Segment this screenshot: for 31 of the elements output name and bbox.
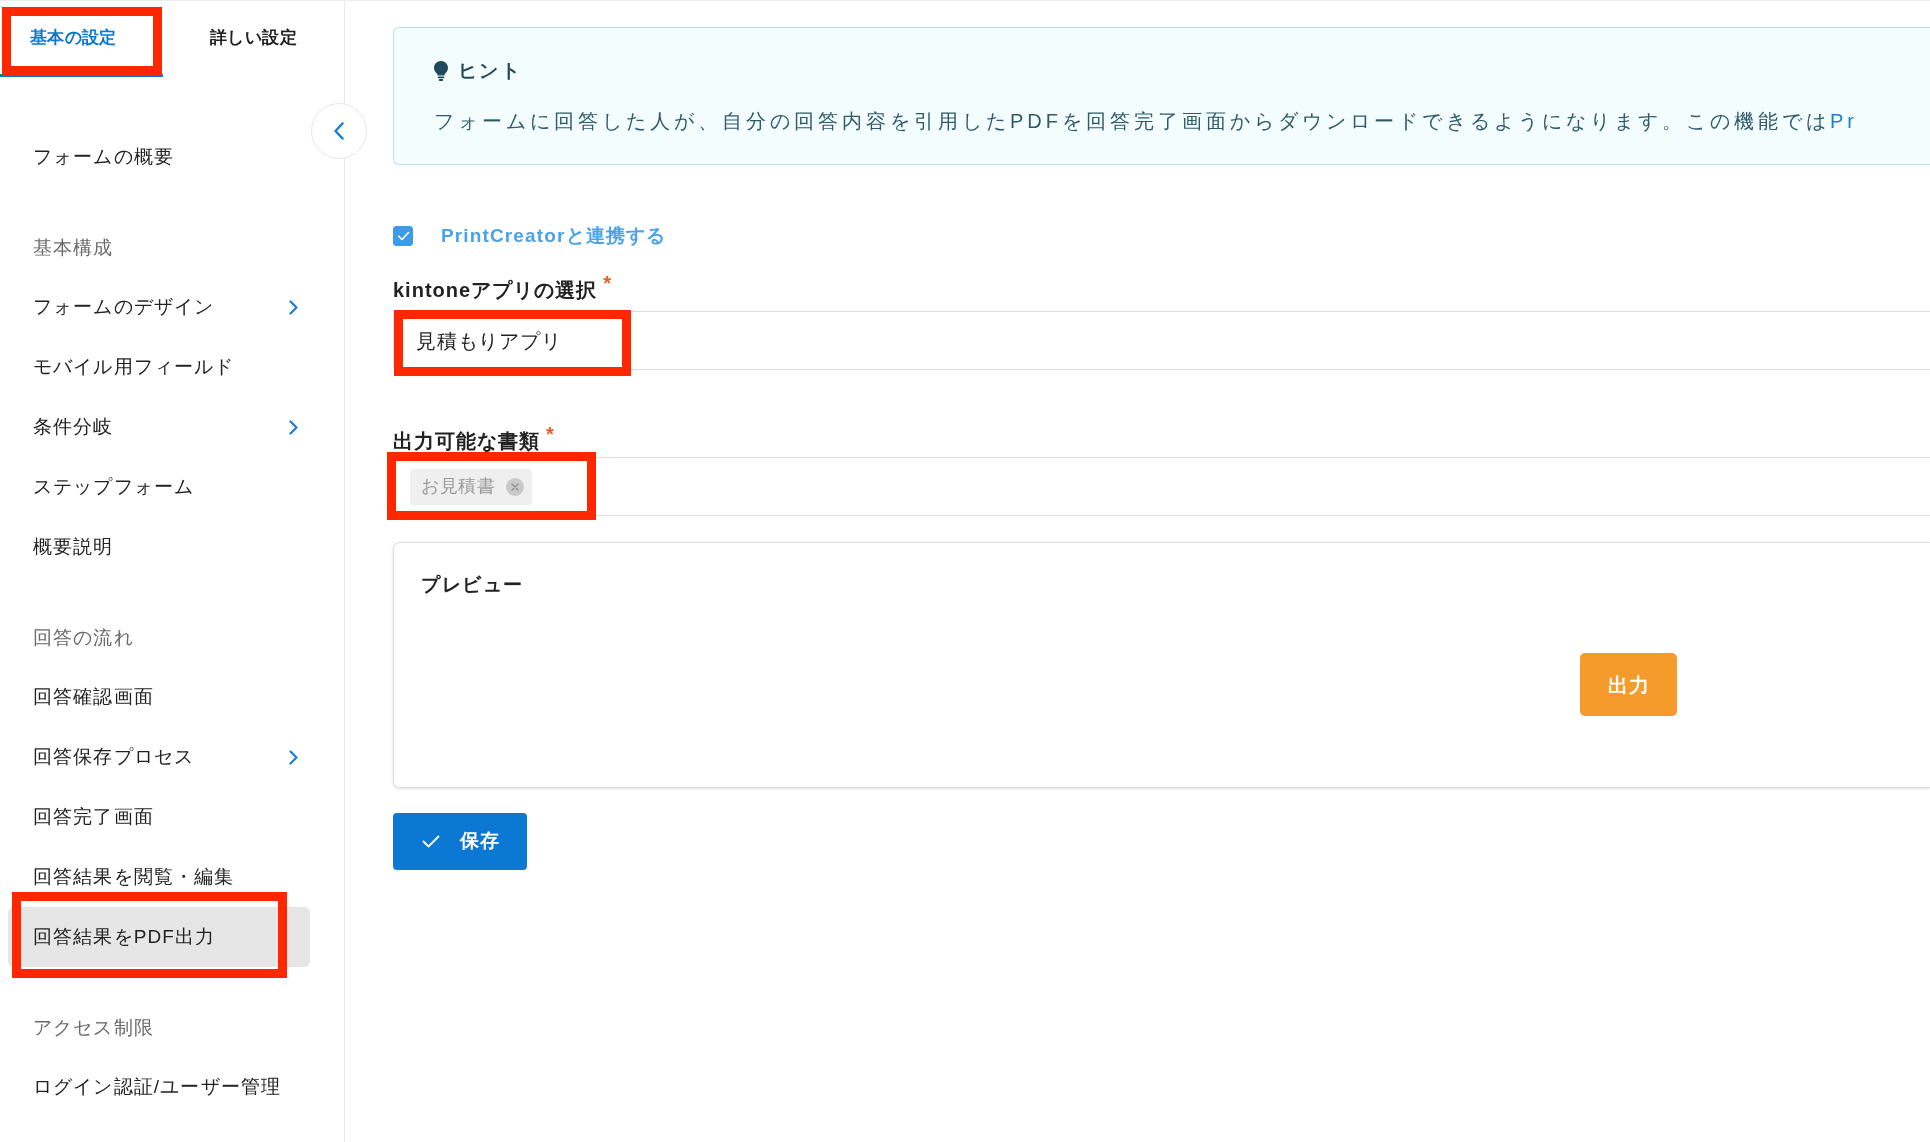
sidebar-item[interactable]: 回答結果を閲覧・編集 [8,847,310,907]
close-icon[interactable] [505,477,524,496]
sidebar-item[interactable]: モバイル用フィールド [8,337,310,397]
sidebar-item[interactable]: ログイン認証/ユーザー管理 [8,1057,310,1117]
sidebar-item[interactable]: フォームのデザイン [8,277,310,337]
lightbulb-icon [434,61,448,81]
checkbox[interactable] [393,226,413,246]
field-label: 出力可能な書類 [393,429,540,454]
required-mark: * [546,426,554,442]
checkmark-icon [422,835,440,848]
hint-title: ヒント [458,58,522,83]
hint-link[interactable]: Pr [1830,110,1858,132]
section-heading: 基本構成 [33,236,114,261]
sidebar-item[interactable]: ステップフォーム [8,457,310,517]
sidebar-item[interactable]: 条件分岐 [8,397,310,457]
sidebar-item[interactable]: フォームの概要 [8,127,310,187]
chevron-left-icon [334,122,344,140]
field-label: kintoneアプリの選択 [393,278,598,303]
sidebar-item[interactable]: 回答確認画面 [8,667,310,727]
sidebar-item[interactable]: 概要説明 [8,517,310,577]
sidebar-item[interactable]: 回答完了画面 [8,787,310,847]
hint-text: フォームに回答した人が、自分の回答内容を引用したPDFを回答完了画面からダウンロードできるようになります。この機能では Pr [434,109,1858,134]
sidebar-item[interactable]: 回答保存プロセス [8,727,310,787]
section-heading: 回答の流れ [33,626,134,651]
required-mark: * [603,275,611,291]
save-button[interactable]: 保存 [393,813,527,870]
tab[interactable]: 詳しい設定 [163,1,344,77]
section-heading: アクセス制限 [33,1016,154,1041]
checkmark-icon [396,231,410,241]
tab[interactable]: 基本の設定 [0,1,163,77]
preview-title: プレビュー [421,573,524,597]
